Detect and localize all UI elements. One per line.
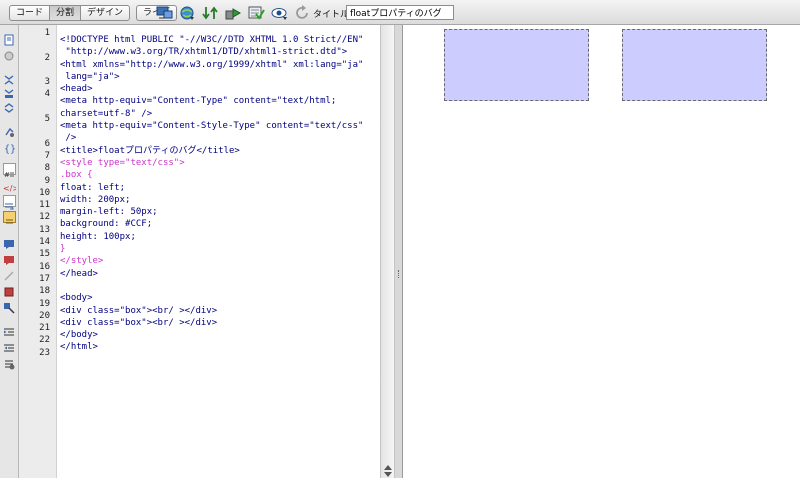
visual-aids-icon[interactable] (271, 5, 288, 21)
line-number: 2 (44, 52, 50, 63)
design-view[interactable] (403, 25, 800, 478)
code-line[interactable]: 9 float: left; (45, 175, 378, 193)
outdent-code-icon[interactable] (3, 339, 16, 352)
code-line[interactable]: 1 <!DOCTYPE html PUBLIC "-//W3C//DTD XHTM… (45, 27, 378, 45)
code-line[interactable]: 16 </head> (39, 261, 378, 279)
code-line[interactable]: 21 </body> (39, 322, 378, 340)
split-view-divider[interactable] (395, 25, 403, 478)
code-editor[interactable]: 1 <!DOCTYPE html PUBLIC "-//W3C//DTD XHTM… (19, 25, 380, 478)
code-line[interactable]: 8 .box { (45, 162, 378, 180)
highlight-invalid-code-icon[interactable]: </> (3, 179, 19, 193)
code-line[interactable]: 22 </html> (39, 334, 378, 352)
format-source-code-icon[interactable] (3, 355, 16, 370)
scroll-up-arrow-icon[interactable] (384, 465, 392, 470)
remove-comment-icon[interactable] (3, 251, 16, 265)
code-editor-scrollbar[interactable] (380, 25, 395, 478)
svg-text:</>: </> (3, 184, 16, 193)
move-css-icon[interactable] (3, 299, 16, 314)
multiscreen-icon[interactable] (156, 5, 173, 21)
line-number: 15 (39, 249, 50, 260)
code-line[interactable]: 11 margin-left: 50px; (39, 199, 378, 217)
show-code-navigator-icon[interactable] (3, 47, 16, 61)
balance-braces-icon[interactable]: {} (3, 139, 16, 155)
collapse-full-tag-icon[interactable] (3, 71, 16, 85)
collapse-selection-icon[interactable] (3, 85, 16, 98)
code-line[interactable]: 18 <body> (39, 285, 378, 303)
syntax-coloring-icon[interactable] (3, 211, 16, 224)
code-line[interactable]: 5 <meta http-equiv="Content-Style-Type" c… (45, 113, 378, 131)
floated-box[interactable] (444, 29, 589, 101)
code-line[interactable]: 20 <div class="box"><br/ ></div> (39, 310, 378, 328)
line-number: 17 (39, 273, 50, 284)
line-number: 11 (39, 200, 50, 211)
debug-icon[interactable] (225, 5, 242, 21)
line-number: 16 (39, 261, 50, 272)
coding-toolbar: {} # </> (0, 25, 19, 478)
line-numbers-icon[interactable]: # (3, 163, 16, 179)
code-line[interactable]: lang="ja"> (60, 64, 378, 82)
code-line[interactable]: 23 (39, 347, 378, 359)
open-documents-icon[interactable] (3, 31, 16, 46)
line-number: 1 (44, 28, 50, 38)
select-parent-tag-icon[interactable] (3, 123, 16, 137)
line-number: 7 (44, 150, 50, 161)
line-number: 12 (39, 212, 50, 223)
validate-icon[interactable] (248, 5, 265, 21)
code-line[interactable]: 19 <div class="box"><br/ ></div> (39, 298, 378, 316)
line-number: 22 (39, 335, 50, 346)
code-line[interactable]: 12 background: #CCF; (39, 211, 378, 229)
document-title-input[interactable] (346, 5, 454, 20)
code-line[interactable]: 14} (39, 236, 378, 254)
line-number: 20 (39, 310, 50, 321)
indent-code-icon[interactable] (3, 323, 16, 336)
line-number: 18 (39, 286, 50, 297)
line-number: 14 (39, 237, 50, 248)
code-line[interactable]: 4 <meta http-equiv="Content-Type" content… (45, 88, 378, 106)
line-number: 13 (39, 224, 50, 235)
code-line[interactable]: 13 height: 100px; (39, 224, 378, 242)
code-line[interactable]: 2 <html xmlns="http://www.w3.org/1999/xht… (45, 52, 378, 70)
line-number: 5 (44, 114, 50, 125)
expand-all-icon[interactable] (3, 99, 16, 113)
divider-grip-icon[interactable] (398, 270, 400, 278)
line-number: 21 (39, 323, 50, 334)
line-number: 4 (44, 89, 50, 100)
recent-snippets-icon[interactable] (3, 283, 16, 297)
code-line[interactable]: 17 (39, 273, 378, 285)
svg-text:{}: {} (4, 144, 16, 154)
floated-box[interactable] (622, 29, 767, 101)
line-number: 6 (44, 138, 50, 149)
code-line[interactable]: 3 <head> (45, 76, 378, 94)
code-line[interactable]: 6 <title>floatプロパティのバグ</title> (45, 138, 378, 156)
file-management-icon[interactable] (202, 5, 219, 21)
line-number: 3 (44, 77, 50, 88)
line-number: 8 (44, 163, 50, 174)
code-view-button[interactable]: コード (9, 5, 51, 21)
apply-comment-icon[interactable] (3, 235, 16, 249)
line-number: 9 (44, 175, 50, 186)
code-line[interactable]: 7 <style type="text/css"> (45, 150, 378, 168)
code-line[interactable]: /> (60, 125, 378, 143)
scroll-down-arrow-icon[interactable] (384, 472, 392, 477)
line-number: 23 (39, 347, 50, 358)
word-wrap-icon[interactable] (3, 195, 16, 210)
line-number: 10 (39, 187, 50, 198)
code-line[interactable]: 10 width: 200px; (39, 187, 378, 205)
browser-preview-icon[interactable] (179, 5, 196, 21)
code-line[interactable]: 15 </style> (39, 248, 378, 266)
code-line[interactable]: charset=utf-8" /> (60, 101, 378, 119)
code-line[interactable]: "http://www.w3.org/TR/xhtml1/DTD/xhtml1-… (60, 39, 378, 57)
svg-text:#: # (4, 171, 10, 179)
wrap-tag-icon[interactable] (3, 267, 16, 281)
view-switcher: コード 分割 デザイン ライブ (9, 5, 178, 21)
design-view-button[interactable]: デザイン (80, 5, 131, 21)
toolbar-icons (156, 4, 317, 22)
line-number: 19 (39, 298, 50, 309)
split-view-button[interactable]: 分割 (49, 5, 82, 21)
code-text-area[interactable]: 1 <!DOCTYPE html PUBLIC "-//W3C//DTD XHTM… (39, 27, 378, 359)
document-toolbar: コード 分割 デザイン ライブ タイトル： (0, 0, 800, 25)
refresh-icon[interactable] (294, 5, 311, 21)
